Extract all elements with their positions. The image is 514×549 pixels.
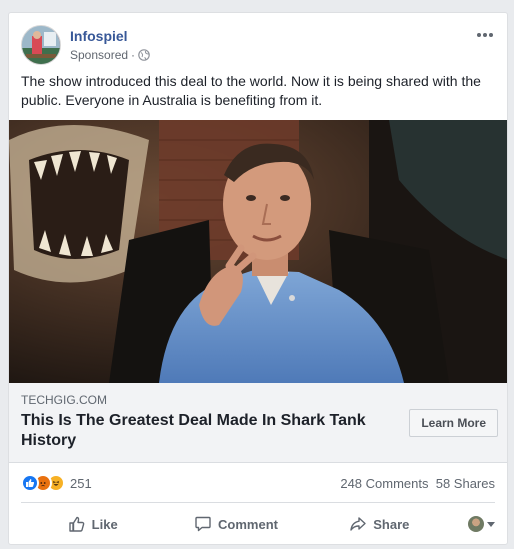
link-headline[interactable]: This Is The Greatest Deal Made In Shark … xyxy=(21,411,381,451)
engagement-bar: 251 248 Comments 58 Shares xyxy=(21,463,495,503)
post-meta: Sponsored · xyxy=(70,48,150,62)
ad-image[interactable] xyxy=(9,120,507,383)
share-label: Share xyxy=(373,516,410,532)
thumbs-up-icon xyxy=(68,516,84,532)
post-as-selector[interactable] xyxy=(451,516,495,532)
globe-icon[interactable] xyxy=(138,49,150,61)
page-avatar-image xyxy=(22,26,60,64)
reactions-summary[interactable]: 251 xyxy=(21,474,92,492)
page-name-link[interactable]: Infospiel xyxy=(70,28,128,44)
like-reaction-icon xyxy=(21,474,39,492)
comment-button[interactable]: Comment xyxy=(164,508,307,540)
comments-count-link[interactable]: 248 Comments xyxy=(340,476,428,491)
learn-more-button[interactable]: Learn More xyxy=(409,409,498,437)
shark-tank-photo xyxy=(9,120,507,383)
sponsored-label[interactable]: Sponsored xyxy=(70,48,128,62)
page-avatar[interactable] xyxy=(21,25,61,65)
more-options-icon[interactable] xyxy=(475,27,495,43)
like-label: Like xyxy=(91,516,118,532)
link-preview[interactable]: TECHGIG.COM This Is The Greatest Deal Ma… xyxy=(9,383,507,463)
post-body-text: The show introduced this deal to the wor… xyxy=(21,73,481,108)
post-header: Infospiel Sponsored · xyxy=(21,25,495,69)
meta-separator: · xyxy=(131,48,136,62)
chevron-down-icon xyxy=(486,521,495,527)
post-actions: Like Comment Share xyxy=(21,504,495,544)
like-button[interactable]: Like xyxy=(21,508,164,540)
comment-share-counts: 248 Comments 58 Shares xyxy=(340,476,495,491)
share-arrow-icon xyxy=(350,517,366,531)
reaction-count: 251 xyxy=(70,475,92,491)
link-domain: TECHGIG.COM xyxy=(21,393,107,407)
comment-icon xyxy=(195,516,211,532)
share-button[interactable]: Share xyxy=(308,508,451,540)
comment-label: Comment xyxy=(218,516,278,532)
shares-count-link[interactable]: 58 Shares xyxy=(436,476,495,491)
sponsored-post-card: Infospiel Sponsored · The show introduce… xyxy=(8,12,508,545)
viewer-avatar xyxy=(467,516,484,532)
